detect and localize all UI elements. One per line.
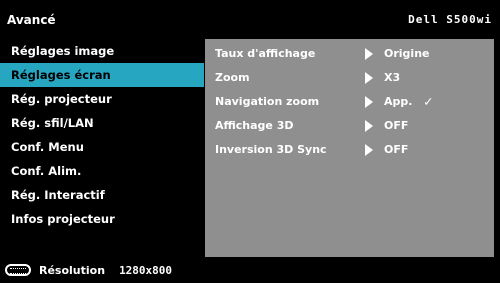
sidebar-item-reglages-image[interactable]: Réglages image (0, 39, 204, 63)
setting-value: Origine (384, 47, 430, 60)
checkmark-icon: ✓ (424, 94, 433, 110)
display-icon (5, 264, 31, 276)
header-bar: Avancé Dell S500wi (0, 0, 500, 39)
resolution-label: Résolution (39, 263, 106, 277)
status-bar: Résolution 1280x800 (0, 257, 500, 283)
setting-label: Taux d'affichage (215, 47, 316, 60)
sidebar-item-reg-projecteur[interactable]: Rég. projecteur (0, 87, 204, 111)
sidebar-item-conf-alim[interactable]: Conf. Alim. (0, 159, 204, 183)
setting-value: X3 (384, 71, 401, 84)
setting-row-taux-affichage[interactable]: Taux d'affichage Origine (205, 42, 494, 66)
setting-label: Affichage 3D (215, 119, 294, 132)
sidebar-item-reg-interactif[interactable]: Rég. Interactif (0, 183, 204, 207)
sidebar-item-reglages-ecran[interactable]: Réglages écran (0, 63, 204, 87)
arrow-right-icon (365, 120, 373, 132)
arrow-right-icon (365, 144, 373, 156)
resolution-value: 1280x800 (119, 263, 173, 277)
setting-value: App. (384, 95, 413, 108)
menu-title: Avancé (7, 12, 56, 27)
settings-panel: Taux d'affichage Origine Zoom X3 Navigat… (205, 39, 494, 257)
model-name: Dell S500wi (408, 13, 492, 26)
setting-row-navigation-zoom[interactable]: Navigation zoom App. ✓ (205, 90, 494, 114)
sidebar-item-conf-menu[interactable]: Conf. Menu (0, 135, 204, 159)
setting-row-inversion-3d-sync[interactable]: Inversion 3D Sync OFF (205, 138, 494, 162)
setting-label: Zoom (215, 71, 250, 84)
arrow-right-icon (365, 72, 373, 84)
sidebar-item-infos-projecteur[interactable]: Infos projecteur (0, 207, 204, 231)
setting-row-affichage-3d[interactable]: Affichage 3D OFF (205, 114, 494, 138)
arrow-right-icon (365, 48, 373, 60)
sidebar-item-reg-sfil-lan[interactable]: Rég. sfil/LAN (0, 111, 204, 135)
setting-label: Inversion 3D Sync (215, 143, 327, 156)
setting-value: OFF (384, 143, 409, 156)
sidebar: Réglages image Réglages écran Rég. proje… (0, 39, 204, 257)
setting-value: OFF (384, 119, 409, 132)
arrow-right-icon (365, 96, 373, 108)
setting-row-zoom[interactable]: Zoom X3 (205, 66, 494, 90)
setting-label: Navigation zoom (215, 95, 320, 108)
